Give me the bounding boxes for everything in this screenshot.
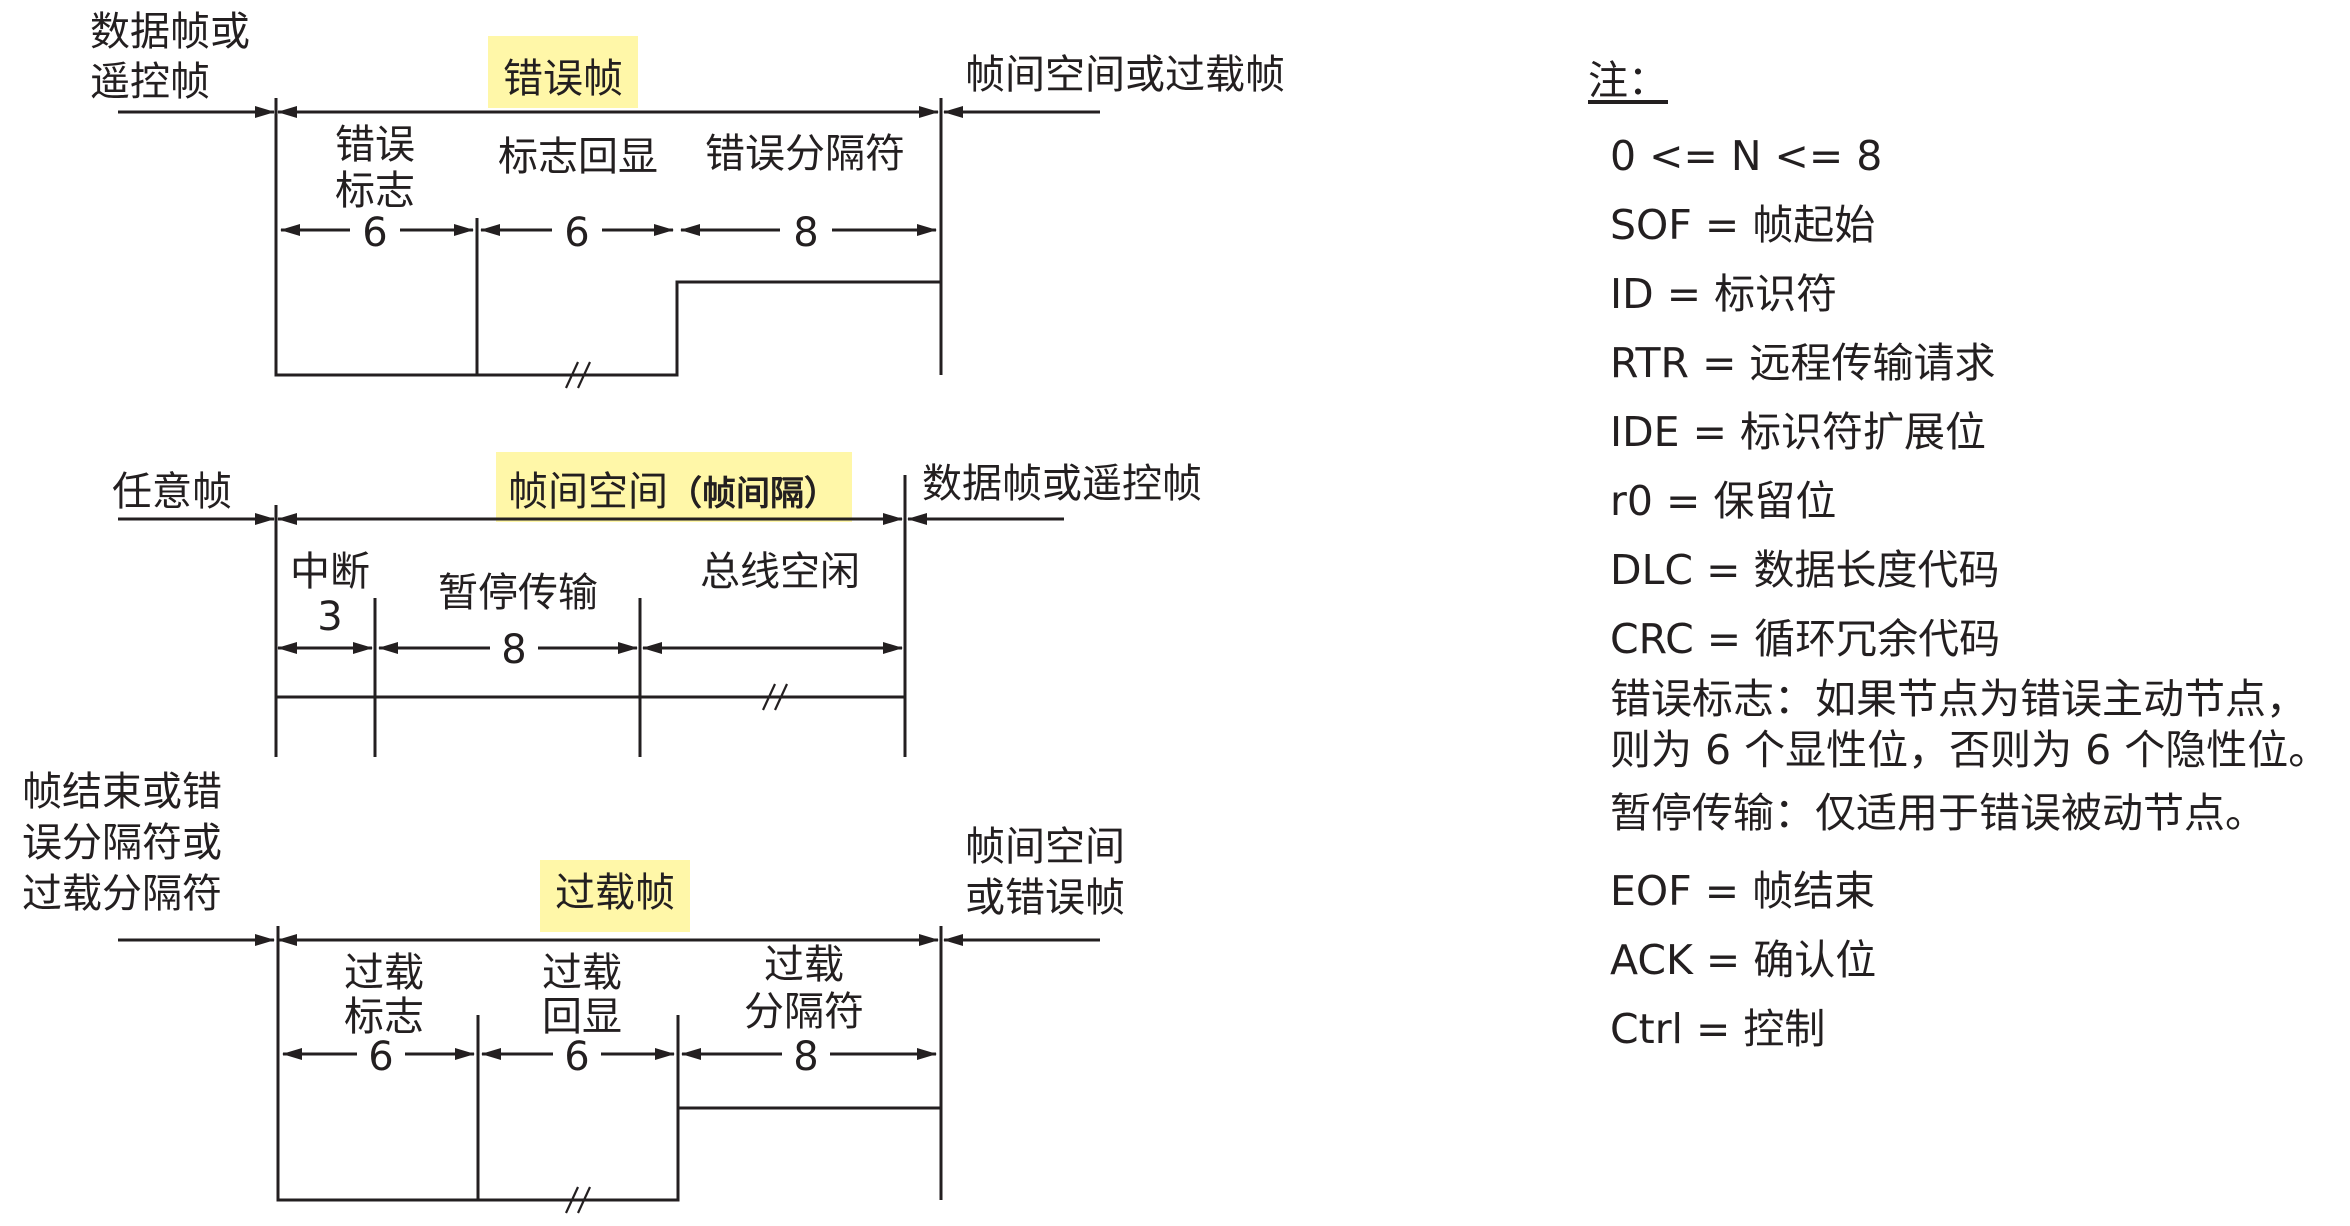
legend-item-n-range: 0 <= N <= 8 xyxy=(1610,132,1883,180)
legend-note-suspend: 暂停传输：仅适用于错误被动节点。 xyxy=(1610,789,2266,837)
error-echo-bits: 6 xyxy=(564,210,589,256)
legend-panel: 注： 0 <= N <= 8 SOF = 帧起始 ID = 标识符 RTR = … xyxy=(1588,52,2348,1064)
legend-note-error-flag-2: 则为 6 个显性位，否则为 6 个隐性位。 xyxy=(1610,726,2330,774)
interframe-section: 帧间空间（帧间隔） 任意帧 数据帧或遥控帧 中断 3 暂停传输 总线空闲 8 xyxy=(112,452,1202,757)
overload-frame-right-label-2: 或错误帧 xyxy=(965,875,1125,921)
error-frame-right-label: 帧间空间或过载帧 xyxy=(965,52,1285,98)
legend-item-crc: CRC = 循环冗余代码 xyxy=(1610,615,2001,663)
legend-item-dlc: DLC = 数据长度代码 xyxy=(1610,546,2000,594)
error-echo-label: 标志回显 xyxy=(498,134,658,180)
overload-frame-right-label-1: 帧间空间 xyxy=(965,824,1125,870)
overload-frame-left-label-1: 帧结束或错 xyxy=(22,769,222,815)
error-delimiter-bits: 8 xyxy=(793,210,818,256)
suspend-transmission-bits: 8 xyxy=(501,627,526,673)
intermission-label: 中断 xyxy=(290,549,370,595)
legend-item-id: ID = 标识符 xyxy=(1610,270,1838,318)
error-flag-bits: 6 xyxy=(362,210,387,256)
legend-item-sof: SOF = 帧起始 xyxy=(1610,201,1876,249)
overload-delimiter-bits: 8 xyxy=(793,1034,818,1080)
overload-frame-section: 过载帧 帧结束或错 误分隔符或 过载分隔符 帧间空间 或错误帧 过载 标志 过载… xyxy=(22,769,1125,1214)
overload-frame-left-label-3: 过载分隔符 xyxy=(22,871,222,917)
legend-item-ack: ACK = 确认位 xyxy=(1610,936,1877,984)
interframe-left-label: 任意帧 xyxy=(112,469,232,515)
bus-idle-label: 总线空闲 xyxy=(700,549,860,595)
suspend-transmission-label: 暂停传输 xyxy=(438,570,598,616)
error-flag-label-1: 错误 xyxy=(335,122,415,168)
error-frame-title: 错误帧 xyxy=(503,56,623,102)
overload-delimiter-label-1: 过载 xyxy=(764,942,844,988)
overload-delimiter-label-2: 分隔符 xyxy=(744,989,864,1035)
legend-item-eof: EOF = 帧结束 xyxy=(1610,867,1876,915)
legend-item-ctrl: Ctrl = 控制 xyxy=(1610,1005,1826,1053)
legend-item-rtr: RTR = 远程传输请求 xyxy=(1610,339,1996,387)
legend-item-r0: r0 = 保留位 xyxy=(1610,477,1837,525)
interframe-right-label: 数据帧或遥控帧 xyxy=(922,461,1202,507)
error-frame-section: 错误帧 数据帧或 遥控帧 帧间空间或过载帧 错误 标志 标志回显 错误分隔符 6… xyxy=(90,9,1285,389)
overload-echo-bits: 6 xyxy=(564,1034,589,1080)
error-delimiter-label: 错误分隔符 xyxy=(705,131,905,177)
error-flag-label-2: 标志 xyxy=(335,168,415,214)
overload-flag-label-1: 过载 xyxy=(344,950,424,996)
error-frame-left-label-2: 遥控帧 xyxy=(90,59,210,105)
legend-note-error-flag-1: 错误标志：如果节点为错误主动节点， xyxy=(1610,675,2307,723)
overload-frame-left-label-2: 误分隔符或 xyxy=(22,820,222,866)
overload-flag-bits: 6 xyxy=(368,1034,393,1080)
legend-item-ide: IDE = 标识符扩展位 xyxy=(1610,408,1986,456)
error-frame-left-label-1: 数据帧或 xyxy=(90,9,250,55)
error-frame-waveform xyxy=(274,280,941,377)
intermission-bits: 3 xyxy=(317,594,342,640)
legend-title: 注： xyxy=(1588,58,1668,104)
overload-echo-label-1: 过载 xyxy=(542,950,622,996)
overload-frame-waveform xyxy=(276,1106,941,1202)
interframe-title: 帧间空间（帧间隔） xyxy=(508,469,838,515)
overload-frame-title: 过载帧 xyxy=(555,870,675,916)
